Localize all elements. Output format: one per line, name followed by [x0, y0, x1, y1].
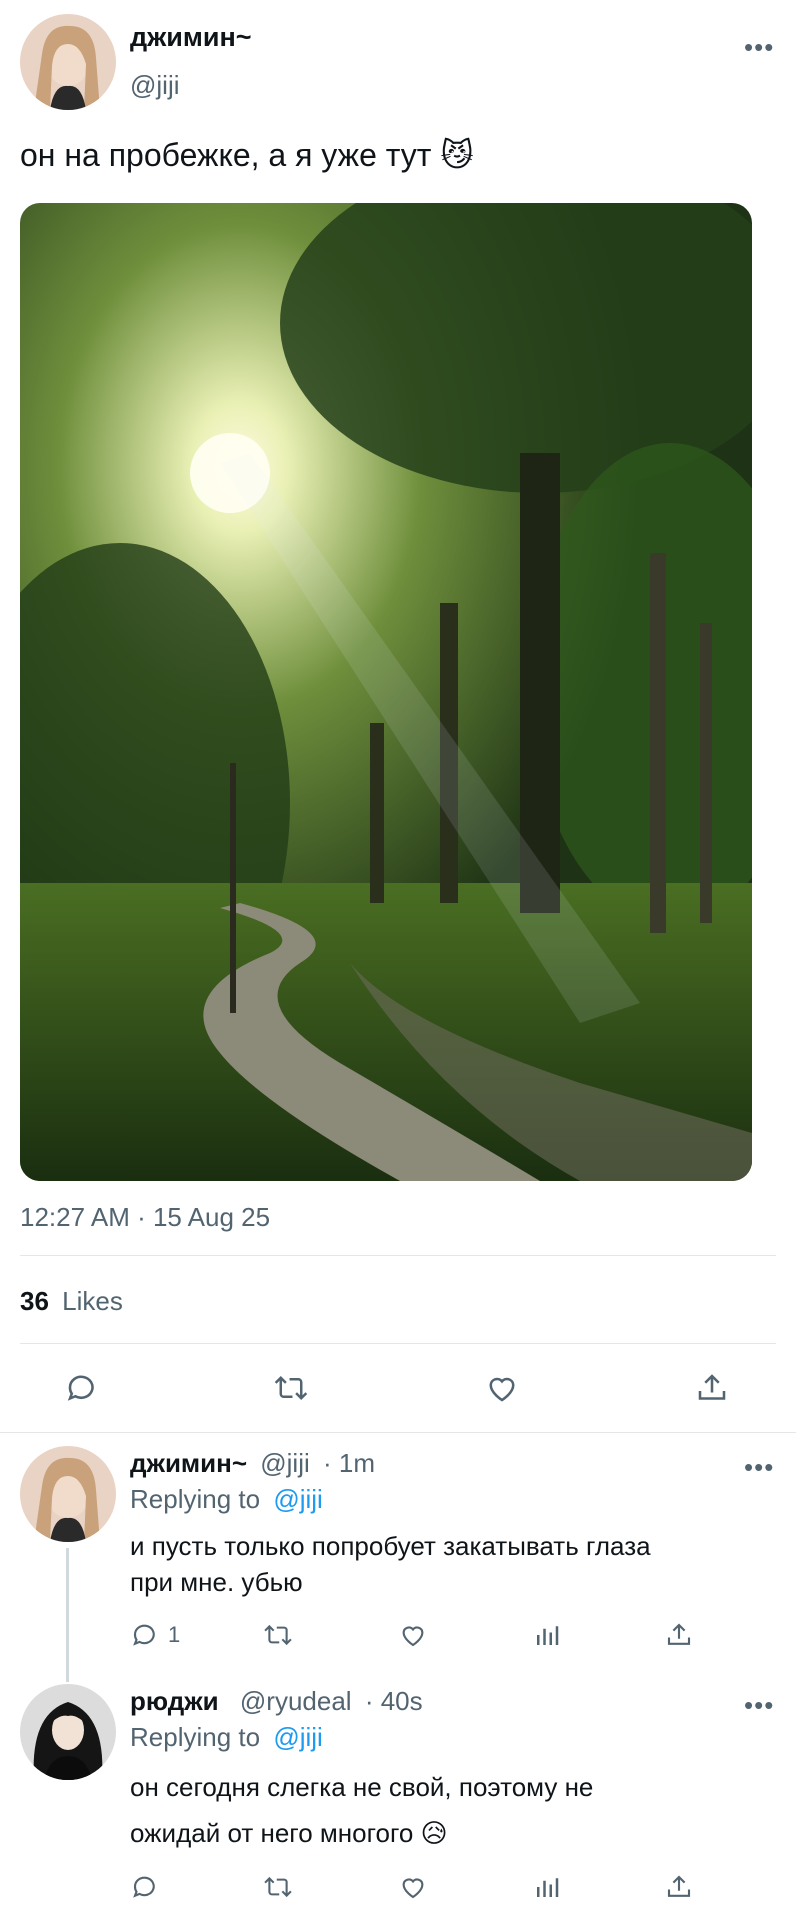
- retweet-button[interactable]: [262, 1620, 294, 1650]
- reply-button[interactable]: 1: [130, 1620, 180, 1650]
- reply-author-handle[interactable]: @jiji: [260, 1448, 310, 1478]
- share-button[interactable]: [664, 1620, 694, 1650]
- reply-text-line: при мне. убью: [130, 1567, 303, 1597]
- retweet-icon: [264, 1876, 292, 1898]
- share-button[interactable]: [664, 1872, 694, 1902]
- share-icon: [698, 1374, 726, 1400]
- share-icon: [667, 1875, 691, 1897]
- analytics-button[interactable]: [532, 1872, 562, 1902]
- tweet-photo[interactable]: [20, 203, 752, 1181]
- share-button[interactable]: [694, 1370, 730, 1406]
- reply-text: и пусть только попробует закатывать глаз…: [130, 1528, 651, 1600]
- analytics-button[interactable]: [532, 1620, 562, 1650]
- reply-author-name[interactable]: рюджи: [130, 1686, 219, 1716]
- divider: [0, 1432, 796, 1433]
- reply-icon: [133, 1624, 155, 1646]
- more-options-icon[interactable]: •••: [744, 1454, 774, 1480]
- reply-avatar[interactable]: [20, 1446, 116, 1542]
- analytics-icon: [537, 1626, 559, 1645]
- retweet-icon: [264, 1624, 292, 1646]
- reply-text: он сегодня слегка не свой, поэтому не ож…: [130, 1764, 593, 1856]
- like-icon: [402, 1626, 424, 1647]
- tweet-timestamp: 12:27 AM · 15 Aug 25: [20, 1202, 271, 1232]
- divider: [20, 1255, 776, 1256]
- reply-icon: [133, 1876, 155, 1898]
- replying-to-prefix: Replying to: [130, 1484, 261, 1514]
- reply-text-line: ожидай от него многого 😥: [130, 1818, 448, 1848]
- more-options-icon[interactable]: •••: [744, 1692, 774, 1718]
- reply-icon: [67, 1375, 94, 1401]
- reply-time: · 40s: [364, 1686, 423, 1716]
- reply-button[interactable]: [64, 1370, 100, 1406]
- likes-stat[interactable]: 36 Likes: [20, 1286, 123, 1317]
- replying-to-link[interactable]: @jiji: [273, 1484, 323, 1514]
- reply-header: джимин~ @jiji · 1m: [130, 1448, 375, 1479]
- reply-text-line: он сегодня слегка не свой, поэтому не: [130, 1772, 594, 1802]
- like-icon: [489, 1377, 515, 1402]
- more-options-icon[interactable]: •••: [744, 34, 774, 60]
- retweet-button[interactable]: [272, 1370, 310, 1406]
- share-icon: [667, 1623, 691, 1645]
- replying-to: Replying to @jiji: [130, 1484, 323, 1515]
- reply-time: · 1m: [323, 1448, 375, 1478]
- reply-button[interactable]: [130, 1872, 160, 1902]
- like-icon: [402, 1878, 424, 1899]
- divider: [20, 1343, 776, 1344]
- reply-avatar[interactable]: [20, 1684, 116, 1780]
- analytics-icon: [537, 1878, 559, 1897]
- reply-count: 1: [168, 1622, 181, 1647]
- reply-author-handle[interactable]: @ryudeal: [240, 1686, 352, 1716]
- replying-to: Replying to @jiji: [130, 1722, 323, 1753]
- author-avatar[interactable]: [20, 14, 116, 110]
- like-button[interactable]: [398, 1620, 428, 1650]
- likes-count: 36: [20, 1286, 49, 1316]
- author-name[interactable]: джимин~: [130, 22, 252, 53]
- replying-to-link[interactable]: @jiji: [273, 1722, 323, 1752]
- retweet-icon: [274, 1376, 308, 1400]
- thread-line: [66, 1548, 69, 1682]
- reply-author-name[interactable]: джимин~: [130, 1448, 247, 1478]
- like-button[interactable]: [484, 1370, 520, 1406]
- like-button[interactable]: [398, 1872, 428, 1902]
- reply-text-line: и пусть только попробует закатывать глаз…: [130, 1531, 651, 1561]
- reply-header: рюджи @ryudeal · 40s: [130, 1686, 423, 1717]
- retweet-button[interactable]: [262, 1872, 294, 1902]
- tweet-text: он на пробежке, а я уже тут 😼: [20, 137, 474, 173]
- author-handle[interactable]: @jiji: [130, 70, 180, 101]
- likes-label: Likes: [62, 1286, 123, 1316]
- replying-to-prefix: Replying to: [130, 1722, 261, 1752]
